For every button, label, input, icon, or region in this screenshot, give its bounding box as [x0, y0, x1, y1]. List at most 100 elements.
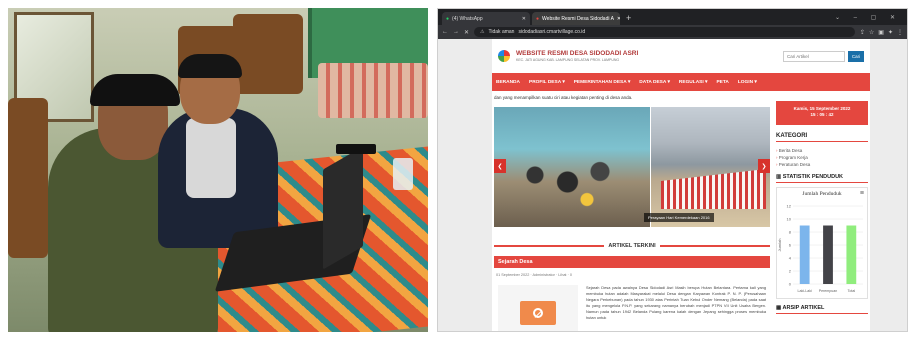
nav-profil-desa[interactable]: PROFIL DESA ▾: [529, 80, 565, 85]
slider-prev-button[interactable]: ❮: [494, 159, 506, 173]
arsip-title: ▦ ARSIP ARTIKEL: [776, 305, 868, 314]
slide-people: [509, 147, 639, 217]
kategori-item[interactable]: Program Kerja: [776, 154, 868, 161]
chart-y-tick-label: 10: [787, 217, 792, 222]
chart-svg: 0 2 4 6 8 10 12 Jumlah Laki-Laki Perempuan Total: [777, 204, 863, 293]
photo-person-right-hair: [178, 54, 242, 78]
url-field[interactable]: ⚠ Tidak aman sidodadiasri.cmartvillage.c…: [474, 27, 855, 37]
kategori-title: KATEGORI: [776, 133, 868, 142]
photo-two-men-laptop: [8, 8, 428, 332]
site-branding: WEBSITE RESMI DESA SIDODADI ASRI KEC. JA…: [516, 50, 638, 62]
chart-y-tick-label: 12: [787, 204, 792, 209]
extension-icons: ⇪ ☆ ▣ ✦ ⋮: [860, 29, 903, 36]
chart-y-tick-label: 2: [789, 269, 792, 274]
site-subtitle: KEC. JATI AGUNG KAB. LAMPUNG SELATAN PRO…: [516, 58, 620, 62]
chart-y-tick-label: 4: [789, 256, 792, 261]
slide-image-beach: [494, 107, 650, 227]
nav-pemerintahan-desa[interactable]: PEMERINTAHAN DESA ▾: [574, 80, 631, 85]
artikel-terkini-label: ARTIKEL TERKINI: [608, 243, 656, 249]
date-widget: Kamis, 15 September 2022 15 : 05 : 42: [776, 101, 868, 125]
extension-icon[interactable]: ▣: [878, 29, 884, 36]
tab-whatsapp[interactable]: ● (4) WhatsApp ✕: [442, 12, 530, 25]
chart-x-tick-label: Perempuan: [819, 289, 838, 293]
village-logo-icon[interactable]: [498, 50, 510, 62]
browser-screenshot: ● (4) WhatsApp ✕ ● Website Resmi Desa Si…: [437, 8, 908, 332]
search-form: Cari: [783, 50, 864, 62]
kategori-item[interactable]: Berita Desa: [776, 147, 868, 154]
population-chart: Jumlah Penduduk ≡ 0 2 4 6 8 10 12 Jumlah Laki-La…: [776, 187, 868, 299]
photo-side-table: [318, 63, 428, 118]
close-icon[interactable]: ✕: [522, 16, 526, 22]
photo-phone: [336, 144, 376, 154]
photo-chair: [233, 14, 303, 94]
nav-regulasi[interactable]: REGULASI ▾: [679, 80, 708, 85]
site-title[interactable]: WEBSITE RESMI DESA SIDODADI ASRI: [516, 50, 638, 57]
image-slider[interactable]: ❮ ❯ Perayaan Hari Kemerdekaan 2016: [494, 107, 770, 227]
bar-chart-icon: ▥: [776, 174, 783, 180]
chart-x-tick-label: Laki-Laki: [797, 289, 812, 293]
warning-icon: ⚠: [480, 29, 485, 35]
divider: [659, 245, 771, 247]
article-excerpt: Sejarah Desa pada awalnya Desa Sidodadi …: [586, 285, 766, 320]
photo-black-cap: [90, 74, 180, 106]
slider-next-button[interactable]: ❯: [758, 159, 770, 173]
url-warning-text: Tidak aman: [488, 29, 515, 35]
puzzle-icon[interactable]: ✦: [888, 29, 893, 36]
nav-beranda[interactable]: BERANDA: [496, 80, 520, 85]
chart-bar: [823, 225, 833, 284]
web-page: WEBSITE RESMI DESA SIDODADI ASRI KEC. JA…: [492, 39, 870, 331]
article-meta: 01 September 2022 · Administrator · Liha…: [496, 273, 572, 277]
site-header: WEBSITE RESMI DESA SIDODADI ASRI KEC. JA…: [492, 39, 870, 73]
search-input[interactable]: [783, 50, 845, 62]
forward-icon[interactable]: →: [453, 29, 459, 35]
kategori-item[interactable]: Peraturan Desa: [776, 161, 868, 168]
chart-bar: [799, 225, 810, 284]
arsip-label: ARSIP ARTIKEL: [782, 305, 825, 311]
close-icon[interactable]: ✕: [464, 29, 469, 36]
window-controls[interactable]: ⌄ – ▢ ✕: [829, 12, 907, 25]
address-bar: ← → ✕ ⚠ Tidak aman sidodadiasri.cmartvil…: [438, 25, 907, 39]
nav-login[interactable]: LOGIN ▾: [738, 80, 757, 85]
tab-label: (4) WhatsApp: [452, 15, 483, 22]
article-thumbnail[interactable]: [498, 285, 578, 331]
nav-data-desa[interactable]: DATA DESA ▾: [639, 80, 670, 85]
no-image-icon: [520, 301, 556, 325]
tab-label: Website Resmi Desa Sidodadi A: [542, 15, 614, 22]
search-button[interactable]: Cari: [848, 50, 864, 62]
chart-bar: [846, 225, 857, 284]
url-text: sidodadiasri.cmartvillage.co.id: [518, 29, 586, 35]
close-icon[interactable]: ✕: [617, 16, 620, 22]
kategori-list: Berita Desa Program Kerja Peraturan Desa: [776, 147, 868, 168]
sidebar: Kamis, 15 September 2022 15 : 05 : 42 KA…: [776, 101, 868, 314]
tab-bar: ● (4) WhatsApp ✕ ● Website Resmi Desa Si…: [438, 9, 907, 25]
slide-flags: [661, 169, 766, 209]
artikel-terkini-heading: ARTIKEL TERKINI: [494, 241, 771, 251]
back-icon[interactable]: ←: [442, 29, 448, 35]
chart-y-tick-label: 8: [789, 230, 792, 235]
site-favicon-icon: ●: [536, 15, 540, 22]
slide-caption: Perayaan Hari Kemerdekaan 2016: [644, 213, 714, 222]
photo-chair: [8, 98, 48, 258]
chart-y-axis-label: Jumlah: [777, 239, 782, 252]
new-tab-button[interactable]: +: [622, 12, 635, 25]
nav-peta[interactable]: PETA: [716, 80, 728, 85]
chart-y-tick-label: 0: [789, 282, 792, 287]
chart-title: Jumlah Penduduk: [802, 191, 842, 197]
chart-x-tick-label: Total: [848, 289, 856, 293]
statistik-label: STATISTIK PENDUDUK: [782, 174, 844, 180]
photo-glass: [393, 158, 413, 190]
menu-icon[interactable]: ⋮: [897, 29, 903, 36]
star-icon[interactable]: ☆: [869, 29, 874, 36]
chart-menu-icon[interactable]: ≡: [860, 190, 864, 197]
time-text: 15 : 05 : 42: [810, 112, 834, 117]
share-icon[interactable]: ⇪: [860, 29, 865, 36]
main-nav: BERANDA PROFIL DESA ▾ PEMERINTAHAN DESA …: [492, 73, 870, 91]
whatsapp-icon: ●: [446, 15, 450, 22]
slide-image-ceremony: [651, 107, 770, 227]
chart-y-tick-label: 6: [789, 243, 792, 248]
statistik-title: ▥ STATISTIK PENDUDUK: [776, 174, 868, 183]
article-title[interactable]: Sejarah Desa: [494, 256, 770, 268]
tab-website[interactable]: ● Website Resmi Desa Sidodadi A ✕: [532, 12, 620, 25]
photo-person-right-shirt: [186, 118, 236, 198]
divider: [494, 245, 605, 247]
